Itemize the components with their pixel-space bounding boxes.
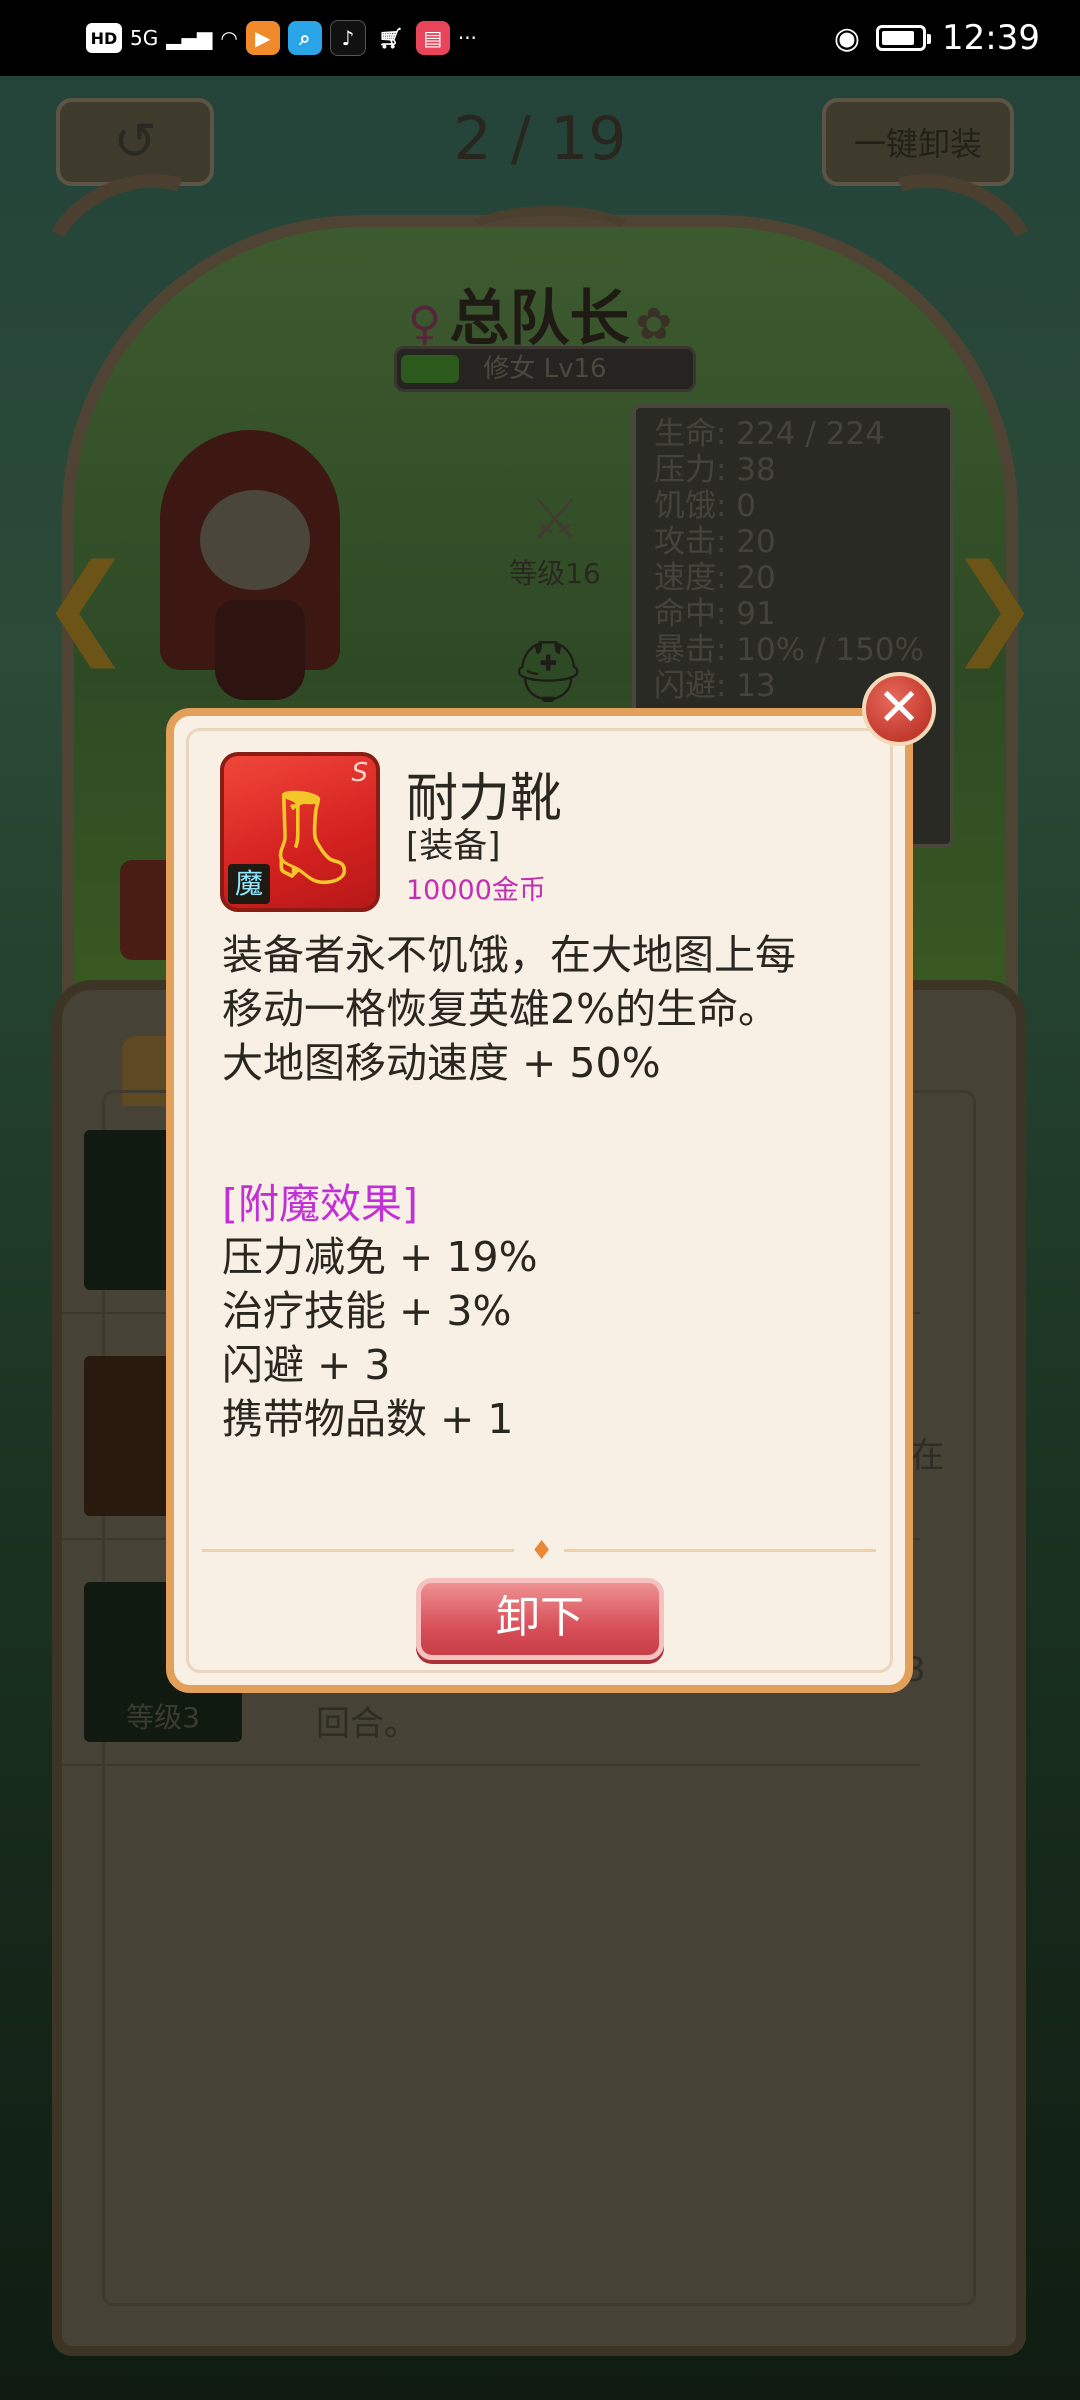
stat-stress: 压力: 38 bbox=[654, 452, 776, 488]
shopping-cart-icon: 🛒︎ bbox=[378, 26, 404, 50]
previous-hero-arrow-icon[interactable]: ❮ bbox=[40, 540, 132, 668]
next-hero-arrow-icon[interactable]: ❯ bbox=[948, 540, 1040, 668]
helmet-icon[interactable]: ⛑ bbox=[510, 636, 586, 707]
list-item-text-2: 在 bbox=[910, 1436, 944, 1476]
status-bar: HD 5G ▂▄▆ ◠ ▶ ⌕ ♪ 🛒︎ ▤ ··· ◉ 12:39 bbox=[0, 0, 1080, 76]
enchant-effect: 压力减免 + 19% bbox=[222, 1233, 538, 1281]
class-level-label: 修女 Lv16 bbox=[483, 354, 607, 384]
diamond-icon: ♦ bbox=[530, 1536, 554, 1566]
divider-line-right bbox=[564, 1549, 876, 1552]
list-item-level: 等级3 bbox=[126, 1701, 200, 1734]
stat-speed: 速度: 20 bbox=[654, 560, 776, 596]
item-description: 装备者永不饥饿，在大地图上每 移动一格恢复英雄2%的生命。 大地图移动速度 + … bbox=[222, 928, 882, 1090]
enchant-title: [附魔效果] bbox=[222, 1180, 418, 1228]
description-line: 装备者永不饥饿，在大地图上每 bbox=[222, 931, 796, 979]
stat-attack: 攻击: 20 bbox=[654, 524, 776, 560]
item-type: [装备] bbox=[406, 826, 501, 866]
unequip-all-button[interactable]: 一键卸装 bbox=[822, 98, 1014, 186]
item-price: 10000金币 bbox=[406, 875, 546, 906]
stat-accuracy: 命中: 91 bbox=[654, 596, 776, 632]
more-notifications-icon: ··· bbox=[457, 26, 477, 50]
enchant-effect: 携带物品数 + 1 bbox=[222, 1395, 514, 1443]
reader-app-icon: ▤ bbox=[415, 21, 450, 55]
enchant-effect: 治疗技能 + 3% bbox=[222, 1287, 512, 1335]
description-line: 大地图移动速度 + 50% bbox=[222, 1039, 661, 1087]
xp-fill bbox=[401, 355, 459, 383]
battery-icon bbox=[876, 25, 932, 51]
stat-hunger: 饥饿: 0 bbox=[654, 488, 757, 524]
unequip-button[interactable]: 卸下 bbox=[416, 1578, 664, 1660]
weapon-slot[interactable]: ⚔ 等级16 bbox=[500, 488, 610, 592]
list-divider bbox=[60, 1764, 920, 1766]
divider-line-left bbox=[202, 1549, 514, 1552]
winged-boots-icon: 👢︎ bbox=[254, 784, 371, 891]
status-left: HD 5G ▂▄▆ ◠ ▶ ⌕ ♪ 🛒︎ ▤ ··· bbox=[86, 18, 477, 58]
description-line: 移动一格恢复英雄2%的生命。 bbox=[222, 985, 780, 1033]
battery-level bbox=[882, 31, 915, 45]
eye-icon: ◉ bbox=[833, 20, 861, 56]
hero-name[interactable]: 总队长 bbox=[449, 284, 629, 354]
hd-icon: HD bbox=[86, 23, 122, 53]
stat-hp: 生命: 224 / 224 bbox=[654, 416, 885, 452]
hero-name-row: ♀ 总队长 ✿ bbox=[0, 270, 1080, 357]
gear-icon[interactable]: ✿ bbox=[635, 299, 672, 350]
wifi-icon: ◠ bbox=[220, 26, 238, 50]
tiktok-app-icon: ♪ bbox=[329, 20, 366, 56]
close-icon[interactable]: ✕ bbox=[862, 672, 936, 746]
frame-ornament-center bbox=[460, 206, 640, 266]
video-app-icon: ▶ bbox=[245, 21, 280, 55]
sword-icon: ⚔ bbox=[529, 487, 581, 552]
weapon-level: 等级16 bbox=[509, 557, 601, 590]
character-body bbox=[215, 600, 305, 700]
hero-character-sprite[interactable] bbox=[120, 430, 380, 710]
enchant-effect: 闪避 + 3 bbox=[222, 1341, 391, 1389]
item-icon: S 👢︎ 魔 bbox=[220, 752, 380, 912]
list-item-text-3: 回合。 bbox=[316, 1704, 418, 1744]
enchant-effects: 压力减免 + 19% 治疗技能 + 3% 闪避 + 3 携带物品数 + 1 bbox=[222, 1230, 862, 1446]
character-face bbox=[200, 490, 310, 590]
network-label: 5G bbox=[130, 26, 159, 50]
stat-crit: 暴击: 10% / 150% bbox=[654, 632, 924, 668]
enchant-tag: 魔 bbox=[228, 864, 270, 904]
status-right: ◉ 12:39 bbox=[834, 14, 1040, 62]
clock: 12:39 bbox=[942, 18, 1040, 58]
signal-icon: ▂▄▆ bbox=[166, 26, 213, 50]
female-icon: ♀ bbox=[407, 296, 442, 350]
search-app-icon: ⌕ bbox=[287, 21, 322, 55]
class-level-bar: 修女 Lv16 bbox=[394, 346, 696, 392]
